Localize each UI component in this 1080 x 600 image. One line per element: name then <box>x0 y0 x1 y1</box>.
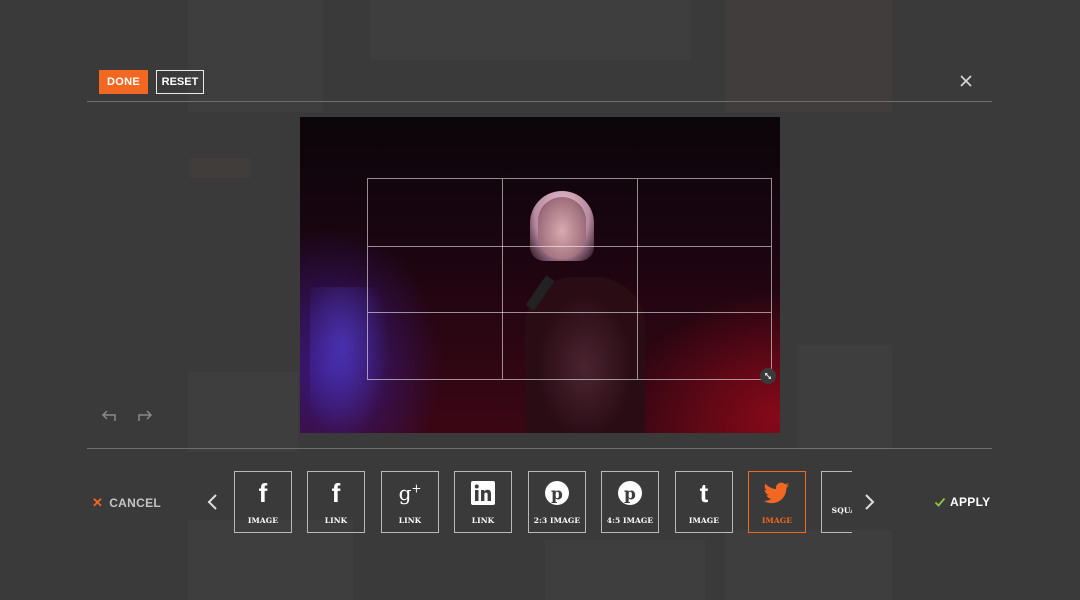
preset-label: IMAGE <box>761 516 793 525</box>
close-icon: ✕ <box>92 495 104 510</box>
bottom-divider <box>87 448 992 449</box>
preset-label: SQUARE <box>831 506 852 515</box>
preset-twitter-image[interactable]: IMAGE <box>748 471 806 533</box>
reset-button[interactable]: RESET <box>156 70 204 94</box>
chevron-right-icon[interactable] <box>862 492 876 512</box>
crop-grid-line <box>636 179 638 379</box>
preset-label: LINK <box>324 516 348 525</box>
top-divider <box>87 101 992 102</box>
crop-grid-line <box>368 312 771 314</box>
resize-handle-icon[interactable] <box>760 368 776 384</box>
checkmark-icon <box>934 497 946 507</box>
pinterest-icon: p <box>544 480 570 506</box>
facebook-icon: f <box>258 477 268 508</box>
redo-icon[interactable] <box>136 407 154 425</box>
google-plus-icon: g+ <box>398 481 422 505</box>
preset-linkedin-link[interactable]: LINK <box>454 471 512 533</box>
facebook-icon: f <box>331 477 341 508</box>
linkedin-icon <box>471 480 495 506</box>
preset-square[interactable]: SQUARE <box>821 471 852 533</box>
crop-selection[interactable] <box>367 178 772 380</box>
svg-text:p: p <box>624 485 636 505</box>
preset-label: LINK <box>398 516 422 525</box>
chevron-left-icon[interactable] <box>206 492 220 512</box>
apply-button[interactable]: APPLY <box>934 494 990 510</box>
resize-arrows-icon <box>765 373 771 379</box>
cancel-button[interactable]: ✕ CANCEL <box>92 495 161 511</box>
crop-presets-carousel: f IMAGE f LINK g+ LINK LINK p 2:3 IMAGE … <box>233 470 852 536</box>
pinterest-icon: p <box>617 480 643 506</box>
preset-pinterest-4-5-image[interactable]: p 4:5 IMAGE <box>601 471 659 533</box>
done-button[interactable]: DONE <box>99 70 148 94</box>
preset-label: 4:5 IMAGE <box>606 516 654 525</box>
close-icon[interactable] <box>956 71 976 91</box>
preset-facebook-image[interactable]: f IMAGE <box>234 471 292 533</box>
tumblr-icon: t <box>699 477 709 508</box>
svg-text:p: p <box>551 485 563 505</box>
preset-label: IMAGE <box>247 516 279 525</box>
crop-grid-line <box>368 245 771 247</box>
preset-label: 2:3 IMAGE <box>533 516 581 525</box>
twitter-icon <box>764 480 790 506</box>
preset-pinterest-2-3-image[interactable]: p 2:3 IMAGE <box>528 471 586 533</box>
preset-label: LINK <box>471 516 495 525</box>
preset-google-plus-link[interactable]: g+ LINK <box>381 471 439 533</box>
preset-tumblr-image[interactable]: t IMAGE <box>675 471 733 533</box>
crop-grid-line <box>502 179 504 379</box>
preset-facebook-link[interactable]: f LINK <box>307 471 365 533</box>
apply-label: APPLY <box>950 495 991 509</box>
undo-icon[interactable] <box>100 407 118 425</box>
preset-label: IMAGE <box>688 516 720 525</box>
cancel-label: CANCEL <box>109 496 162 510</box>
